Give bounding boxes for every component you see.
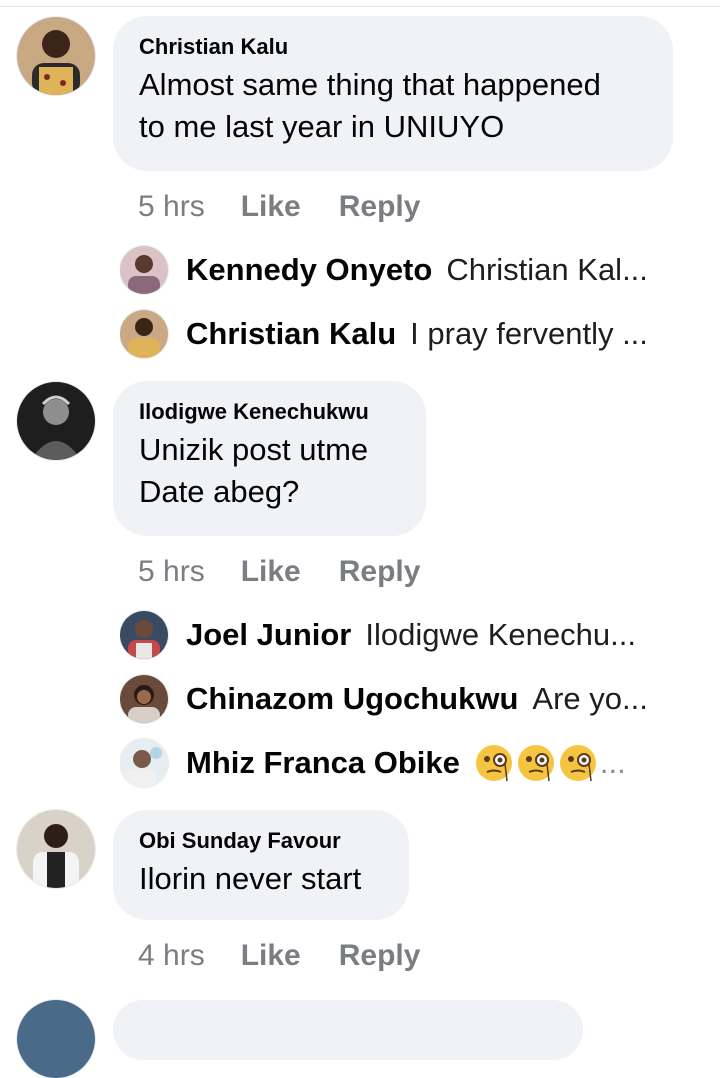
comment-bubble: Obi Sunday Favour Ilorin never start bbox=[113, 810, 409, 920]
reply-text: Are yo... bbox=[532, 681, 648, 716]
reply-text: Ilodigwe Kenechu... bbox=[365, 617, 636, 652]
reply-text: I pray fervently ... bbox=[410, 316, 648, 351]
reply-author: Mhiz Franca Obike bbox=[186, 745, 460, 780]
like-button[interactable]: Like bbox=[241, 555, 301, 589]
avatar bbox=[120, 675, 168, 723]
comment-bubble: Christian Kalu Almost same thing that ha… bbox=[113, 16, 673, 171]
comment-author[interactable]: Ilodigwe Kenechukwu bbox=[139, 399, 398, 425]
avatar bbox=[120, 246, 168, 294]
reply-author: Christian Kalu bbox=[186, 316, 397, 351]
avatar bbox=[120, 739, 168, 787]
face-with-monocle-icon bbox=[558, 743, 598, 783]
reply-author: Kennedy Onyeto bbox=[186, 252, 433, 287]
comment-author[interactable]: Christian Kalu bbox=[139, 34, 645, 60]
reply-author: Joel Junior bbox=[186, 617, 352, 652]
avatar[interactable] bbox=[17, 1000, 95, 1078]
reply-button[interactable]: Reply bbox=[339, 190, 421, 224]
reply-preview[interactable]: Christian Kalu I pray fervently ... bbox=[120, 309, 680, 359]
avatar bbox=[120, 611, 168, 659]
like-button[interactable]: Like bbox=[241, 190, 301, 224]
comment-text: Unizik post utme Date abeg? bbox=[139, 432, 369, 509]
comment-actions: 5 hrs Like Reply bbox=[138, 552, 458, 592]
comment-timestamp[interactable]: 4 hrs bbox=[138, 939, 205, 973]
avatar bbox=[120, 310, 168, 358]
like-button[interactable]: Like bbox=[241, 939, 301, 973]
reply-text: ... bbox=[599, 745, 626, 780]
reply-preview[interactable]: Kennedy Onyeto Christian Kal... bbox=[120, 245, 680, 295]
comment-bubble: Ilodigwe Kenechukwu Unizik post utme Dat… bbox=[113, 381, 426, 536]
comment-bubble bbox=[113, 1000, 583, 1060]
reply-author: Chinazom Ugochukwu bbox=[186, 681, 519, 716]
reply-preview[interactable]: Mhiz Franca Obike ... bbox=[120, 738, 680, 788]
reply-button[interactable]: Reply bbox=[339, 939, 421, 973]
top-divider bbox=[0, 6, 720, 7]
reply-preview[interactable]: Chinazom Ugochukwu Are yo... bbox=[120, 674, 680, 724]
comment-text: Almost same thing that happened to me la… bbox=[139, 67, 601, 144]
reply-preview[interactable]: Joel Junior Ilodigwe Kenechu... bbox=[120, 610, 680, 660]
comment-author[interactable]: Obi Sunday Favour bbox=[139, 828, 381, 854]
comment-text: Ilorin never start bbox=[139, 861, 362, 896]
comment-actions: 5 hrs Like Reply bbox=[138, 187, 458, 227]
comment-timestamp[interactable]: 5 hrs bbox=[138, 190, 205, 224]
comment-timestamp[interactable]: 5 hrs bbox=[138, 555, 205, 589]
avatar[interactable] bbox=[17, 810, 95, 888]
face-with-monocle-icon bbox=[474, 743, 514, 783]
face-with-monocle-icon bbox=[516, 743, 556, 783]
reply-button[interactable]: Reply bbox=[339, 555, 421, 589]
avatar[interactable] bbox=[17, 17, 95, 95]
reply-text: Christian Kal... bbox=[446, 252, 648, 287]
comment-actions: 4 hrs Like Reply bbox=[138, 936, 458, 976]
avatar[interactable] bbox=[17, 382, 95, 460]
